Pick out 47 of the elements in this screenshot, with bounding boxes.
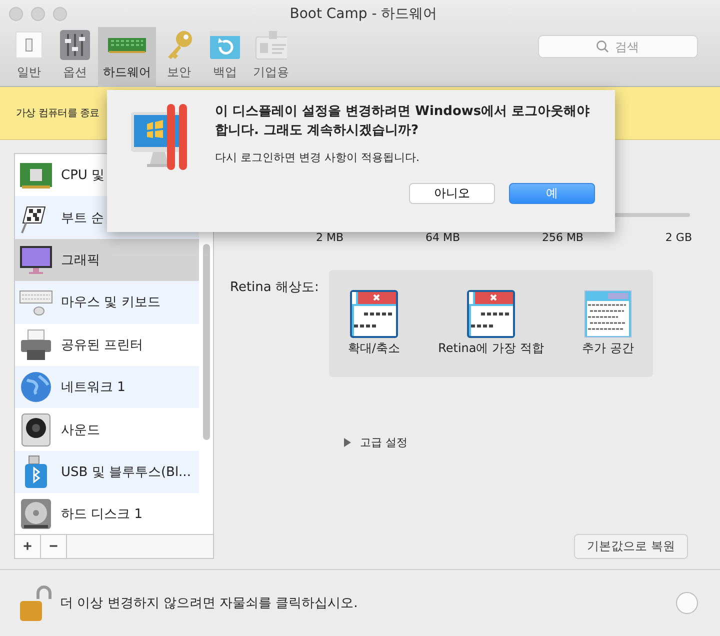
restore-defaults-button[interactable]: 기본값으로 복원 bbox=[574, 534, 688, 559]
help-button[interactable] bbox=[676, 592, 698, 614]
sidebar-item[interactable]: 사운드 bbox=[15, 408, 199, 451]
unlocked-padlock-icon[interactable] bbox=[18, 584, 52, 622]
sidebar-item[interactable]: 공유된 프린터 bbox=[15, 324, 199, 366]
window-title: Boot Camp - 하드웨어 bbox=[288, 4, 438, 22]
window-preview-icon bbox=[350, 290, 398, 338]
toolbar-tab[interactable]: 백업 bbox=[202, 27, 248, 87]
window-control-button[interactable] bbox=[9, 6, 23, 20]
toolbar-tab[interactable]: 일반 bbox=[6, 27, 52, 87]
toolbar-tab[interactable]: 기업용 bbox=[248, 27, 294, 87]
toolbar-tab[interactable]: 보안 bbox=[156, 27, 202, 87]
banner-text: 가상 컴퓨터를 종료 bbox=[16, 107, 100, 120]
toolbar-tab[interactable]: 옵션 bbox=[52, 27, 98, 87]
search-field[interactable]: 검색 bbox=[538, 35, 698, 58]
globe-icon bbox=[19, 370, 53, 404]
resolution-option[interactable]: 확대/축소 bbox=[348, 340, 400, 357]
id-badge-icon bbox=[255, 29, 287, 61]
window-preview-icon bbox=[584, 290, 632, 338]
cancel-button[interactable]: 아니오 bbox=[409, 183, 495, 204]
scale-label: 2 MB bbox=[316, 231, 344, 246]
sidebar-item[interactable]: CPU 및 bbox=[15, 154, 199, 196]
printer-icon bbox=[19, 328, 53, 362]
scrollbar[interactable] bbox=[203, 244, 210, 440]
sidebar-item[interactable]: 그래픽 bbox=[15, 238, 199, 282]
alert-detail: 다시 로그인하면 변경 사항이 적용됩니다. bbox=[215, 150, 420, 165]
advanced-settings-toggle[interactable]: 고급 설정 bbox=[343, 435, 408, 450]
resolution-option[interactable]: Retina에 가장 적합 bbox=[438, 340, 544, 357]
scale-label: 256 MB bbox=[542, 231, 584, 246]
window-control-button[interactable] bbox=[31, 6, 45, 20]
sidebar-item[interactable]: 마우스 및 키보드 bbox=[15, 281, 199, 324]
scale-label: 64 MB bbox=[425, 231, 460, 246]
toolbar-tab[interactable]: 하드웨어 bbox=[98, 27, 156, 87]
window-control-button[interactable] bbox=[53, 6, 67, 20]
resolution-option[interactable]: 추가 공간 bbox=[582, 340, 634, 357]
sidebar-item[interactable]: 네트워크 1 bbox=[15, 366, 199, 408]
backup-window-icon bbox=[209, 29, 241, 61]
scale-label: 2 GB bbox=[665, 231, 692, 246]
sidebar-item[interactable]: 하드 디스크 1 bbox=[15, 493, 199, 536]
speaker-icon bbox=[19, 412, 53, 447]
window-preview-icon bbox=[466, 290, 515, 338]
retina-label: Retina 해상도: bbox=[230, 279, 319, 297]
alert-message: 이 디스플레이 설정을 변경하려면 Windows에서 로그아웃해야 합니다. 그래도 계속하시겠습니까? bbox=[215, 103, 591, 140]
sidebar-item[interactable]: USB 및 블루투스(Bl... bbox=[15, 450, 199, 494]
collapsed-triangle-icon bbox=[343, 438, 352, 447]
sliders-icon bbox=[59, 29, 91, 61]
lock-hint-text: 더 이상 변경하지 않으려면 자물쇠를 클릭하십시오. bbox=[60, 595, 358, 612]
